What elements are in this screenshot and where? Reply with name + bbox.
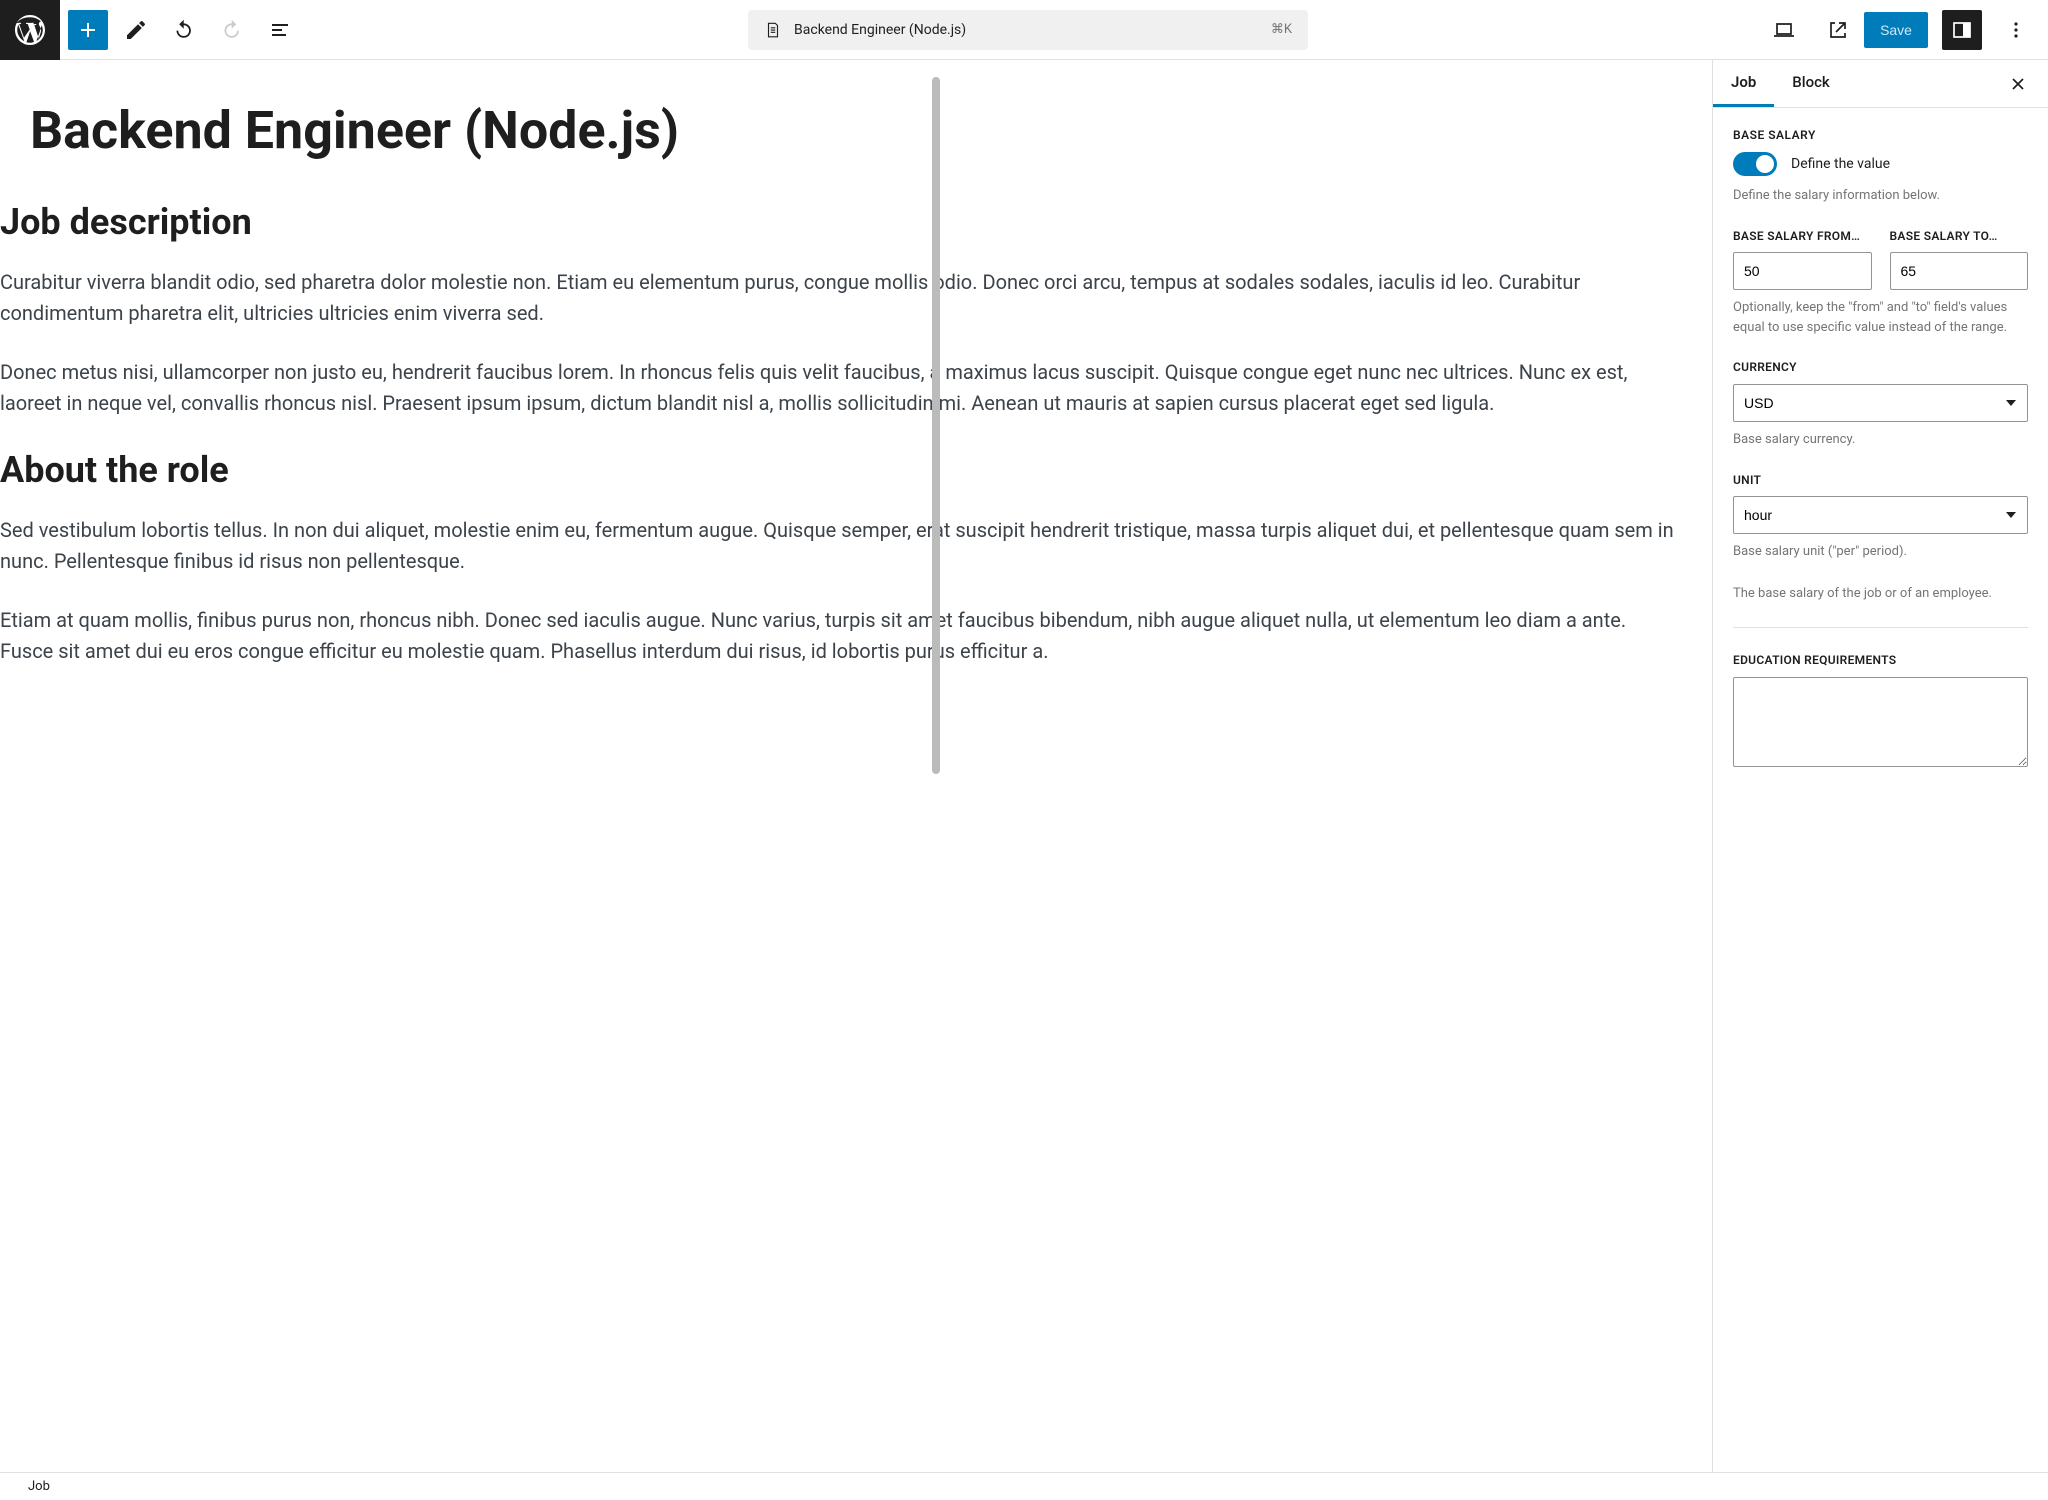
save-button[interactable]: Save	[1864, 12, 1928, 48]
outline-icon	[268, 18, 292, 42]
paragraph-block[interactable]: Curabitur viverra blandit odio, sed phar…	[0, 267, 1682, 329]
view-button[interactable]	[1764, 10, 1804, 50]
label-salary-from: BASE SALARY FROM…	[1733, 228, 1872, 245]
label-currency: CURRENCY	[1733, 359, 2028, 376]
heading-about-role[interactable]: About the role	[0, 449, 1682, 491]
document-icon	[764, 21, 782, 39]
settings-sidebar-toggle[interactable]	[1942, 10, 1982, 50]
toggle-define-value[interactable]	[1733, 152, 1777, 176]
tools-button[interactable]	[116, 10, 156, 50]
select-currency[interactable]: USD	[1733, 384, 2028, 422]
label-education-requirements: EDUCATION REQUIREMENTS	[1733, 652, 2028, 669]
breadcrumb[interactable]: Job	[28, 1479, 50, 1494]
document-command-bar[interactable]: Backend Engineer (Node.js) ⌘K	[748, 10, 1308, 50]
document-title: Backend Engineer (Node.js)	[794, 22, 966, 38]
wordpress-icon	[12, 12, 48, 48]
textarea-education-requirements[interactable]	[1733, 677, 2028, 767]
shortcut-hint: ⌘K	[1271, 22, 1292, 37]
help-text: Base salary currency.	[1733, 430, 2028, 450]
redo-icon	[220, 18, 244, 42]
laptop-icon	[1772, 18, 1796, 42]
external-link-icon	[1826, 18, 1850, 42]
input-salary-to[interactable]	[1890, 252, 2029, 290]
toggle-label: Define the value	[1791, 156, 1890, 172]
section-base-salary: BASE SALARY	[1733, 128, 2028, 142]
undo-icon	[172, 18, 196, 42]
label-unit: UNIT	[1733, 472, 2028, 489]
tab-job[interactable]: Job	[1713, 60, 1774, 107]
add-block-button[interactable]	[68, 10, 108, 50]
paragraph-block[interactable]: Donec metus nisi, ullamcorper non justo …	[0, 357, 1682, 419]
paragraph-block[interactable]: Etiam at quam mollis, finibus purus non,…	[0, 605, 1682, 667]
editor-scrollbar[interactable]	[932, 77, 940, 1471]
document-overview-button[interactable]	[260, 10, 300, 50]
settings-sidebar: Job Block BASE SALARY Define the value D…	[1712, 60, 2048, 1472]
post-title[interactable]: Backend Engineer (Node.js)	[30, 100, 1682, 161]
input-salary-from[interactable]	[1733, 252, 1872, 290]
heading-job-description[interactable]: Job description	[0, 201, 1682, 243]
tab-block[interactable]: Block	[1774, 60, 1847, 107]
editor-canvas[interactable]: Backend Engineer (Node.js) Job descripti…	[0, 60, 1712, 1472]
help-text: Define the salary information below.	[1733, 186, 2028, 206]
help-text: The base salary of the job or of an empl…	[1733, 584, 2028, 604]
options-button[interactable]	[1996, 10, 2036, 50]
plus-icon	[76, 18, 100, 42]
sidebar-icon	[1950, 18, 1974, 42]
pencil-icon	[124, 18, 148, 42]
undo-button[interactable]	[164, 10, 204, 50]
help-text: Optionally, keep the "from" and "to" fie…	[1733, 298, 2028, 337]
redo-button[interactable]	[212, 10, 252, 50]
paragraph-block[interactable]: Sed vestibulum lobortis tellus. In non d…	[0, 515, 1682, 577]
select-unit[interactable]: hour	[1733, 496, 2028, 534]
label-salary-to: BASE SALARY TO…	[1890, 228, 2029, 245]
kebab-icon	[2004, 18, 2028, 42]
wordpress-logo[interactable]	[0, 0, 60, 60]
help-text: Base salary unit ("per" period).	[1733, 542, 2028, 562]
close-sidebar-button[interactable]	[2000, 66, 2036, 102]
preview-external-button[interactable]	[1818, 10, 1858, 50]
close-icon	[2008, 74, 2028, 94]
